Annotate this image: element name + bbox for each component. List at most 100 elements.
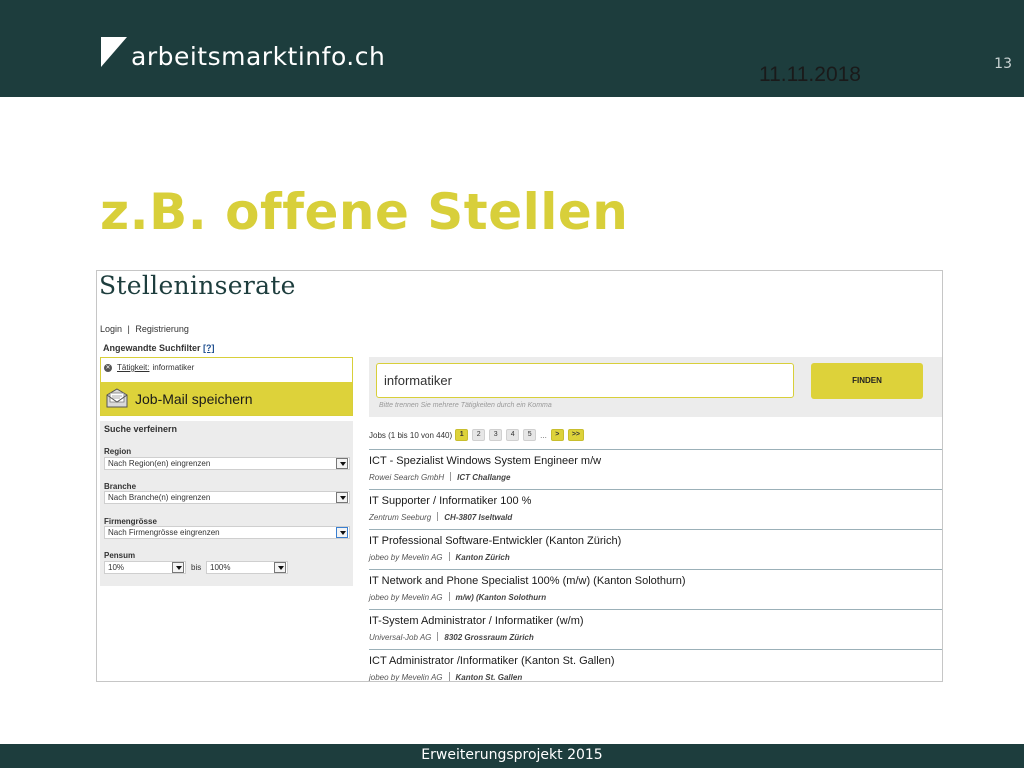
job-meta: jobeo by Mevelin AG m/w) (Kanton Solothur… (369, 592, 546, 602)
job-company: jobeo by Mevelin AG (369, 553, 443, 562)
job-list-item[interactable]: IT Network and Phone Specialist 100% (m/… (369, 569, 942, 609)
pagination: Jobs (1 bis 10 von 440) 1 2 3 4 5 ... > … (369, 429, 588, 441)
job-meta-separator (450, 472, 452, 481)
dropdown-arrow-icon[interactable] (336, 492, 348, 503)
page-button[interactable]: 4 (506, 429, 520, 441)
dropdown-arrow-icon[interactable] (172, 562, 184, 573)
result-count: Jobs (1 bis 10 von 440) (369, 430, 453, 440)
job-list-item[interactable]: IT Professional Software-Entwickler (Kan… (369, 529, 942, 569)
page-button[interactable]: 1 (455, 429, 469, 441)
job-title[interactable]: ICT - Spezialist Windows System Engineer… (369, 455, 601, 467)
job-meta-separator (448, 552, 450, 561)
jobmail-label: Job-Mail speichern (135, 390, 253, 407)
logo-mark-icon (101, 37, 127, 67)
job-location: ICT Challange (457, 473, 511, 482)
page-number: 13 (994, 56, 1012, 72)
filter-value: informatiker (152, 363, 195, 372)
job-location: Kanton Zürich (455, 553, 510, 562)
job-location: 8302 Grossraum Zürich (444, 633, 534, 642)
refine-heading: Suche verfeinern (104, 424, 178, 434)
filter-label[interactable]: Tätigkeit: (117, 363, 149, 372)
applied-filter: ✕ Tätigkeit: informatiker (104, 363, 194, 372)
job-title[interactable]: IT Professional Software-Entwickler (Kan… (369, 535, 621, 547)
auth-separator: | (127, 324, 130, 334)
branche-select[interactable]: Nach Branche(n) eingrenzen (104, 491, 350, 504)
register-link[interactable]: Registrierung (135, 324, 189, 334)
job-meta: Rowei Search GmbH ICT Challange (369, 472, 510, 482)
firm-size-label: Firmengrösse (104, 517, 157, 526)
page-button[interactable]: 5 (523, 429, 537, 441)
job-meta: Zentrum Seeburg CH-3807 Iseltwald (369, 512, 512, 522)
job-location: Kanton St. Gallen (455, 673, 523, 682)
search-hint: Bitte trennen Sie mehrere Tätigkeiten du… (379, 402, 552, 409)
logo: arbeitsmarktinfo.ch (101, 37, 386, 72)
applied-filters-box: ✕ Tätigkeit: informatiker Job-Mail speic… (100, 357, 353, 416)
search-band: informatiker FINDEN Bitte trennen Sie me… (369, 357, 942, 417)
job-list-item[interactable]: IT-System Administrator / Informatiker (… (369, 609, 942, 649)
slide-date: 11.11.2018 (759, 63, 861, 86)
pensum-bis-label: bis (191, 563, 202, 572)
branche-label: Branche (104, 482, 137, 491)
page-button[interactable]: 2 (472, 429, 486, 441)
job-meta-separator (437, 632, 439, 641)
last-page-button[interactable]: >> (567, 429, 585, 441)
refine-search-panel: Suche verfeinern Region Nach Region(en) … (100, 421, 353, 586)
job-title[interactable]: ICT Administrator /Informatiker (Kanton … (369, 655, 615, 667)
job-list-item[interactable]: ICT - Spezialist Windows System Engineer… (369, 449, 942, 489)
login-link[interactable]: Login (100, 324, 122, 334)
job-company: jobeo by Mevelin AG (369, 593, 443, 602)
firm-size-select-value: Nach Firmengrösse eingrenzen (108, 528, 220, 537)
jobmail-save-button[interactable]: Job-Mail speichern (101, 382, 352, 415)
job-meta-separator (448, 672, 450, 681)
job-meta-separator (448, 592, 450, 601)
auth-links: Login | Registrierung (100, 324, 192, 334)
job-company: Universal-Job AG (369, 633, 432, 642)
job-listing-screenshot: Stelleninserate Login | Registrierung An… (96, 270, 943, 682)
job-title[interactable]: IT Supporter / Informatiker 100 % (369, 495, 531, 507)
footer-text: Erweiterungsprojekt 2015 (421, 747, 603, 763)
region-label: Region (104, 447, 132, 456)
job-title[interactable]: IT Network and Phone Specialist 100% (m/… (369, 575, 686, 587)
job-company: Zentrum Seeburg (369, 513, 432, 522)
pensum-from-value: 10% (108, 563, 125, 572)
help-link[interactable]: [?] (203, 343, 215, 353)
find-button[interactable]: FINDEN (811, 363, 923, 399)
branche-select-value: Nach Branche(n) eingrenzen (108, 493, 211, 502)
pensum-to-select[interactable]: 100% (206, 561, 288, 574)
region-select[interactable]: Nach Region(en) eingrenzen (104, 457, 350, 470)
page-button[interactable]: 3 (489, 429, 503, 441)
job-meta: jobeo by Mevelin AG Kanton St. Gallen (369, 672, 523, 682)
job-list-item[interactable]: ICT Administrator /Informatiker (Kanton … (369, 649, 942, 682)
pensum-label: Pensum (104, 551, 136, 560)
next-page-button[interactable]: > (550, 429, 564, 441)
job-list-item[interactable]: IT Supporter / Informatiker 100 % Zentru… (369, 489, 942, 529)
job-company: jobeo by Mevelin AG (369, 673, 443, 682)
search-input[interactable]: informatiker (376, 363, 794, 398)
region-select-value: Nach Region(en) eingrenzen (108, 459, 211, 468)
remove-filter-icon[interactable]: ✕ (104, 363, 112, 372)
dropdown-arrow-icon[interactable] (336, 458, 348, 469)
slide-title: z.B. offene Stellen (100, 183, 629, 241)
page-title: Stelleninserate (99, 271, 296, 300)
job-location: m/w) (Kanton Solothurn (455, 593, 547, 602)
job-meta-separator (437, 512, 439, 521)
pensum-to-value: 100% (210, 563, 231, 572)
footer-band: Erweiterungsprojekt 2015 (0, 744, 1024, 768)
job-meta: jobeo by Mevelin AG Kanton Zürich (369, 552, 510, 562)
applied-filters-heading: Angewandte Suchfilter [?] (103, 343, 215, 353)
dropdown-arrow-icon[interactable] (274, 562, 286, 573)
logo-text: arbeitsmarktinfo.ch (131, 41, 386, 71)
job-title[interactable]: IT-System Administrator / Informatiker (… (369, 615, 584, 627)
envelope-icon (106, 387, 128, 407)
pensum-from-select[interactable]: 10% (104, 561, 186, 574)
header-band: arbeitsmarktinfo.ch 11.11.2018 13 (0, 0, 1024, 97)
job-location: CH-3807 Iseltwald (444, 513, 513, 522)
job-company: Rowei Search GmbH (369, 473, 445, 482)
pager-ellipsis: ... (540, 430, 547, 440)
dropdown-arrow-icon[interactable] (336, 527, 348, 538)
job-list: ICT - Spezialist Windows System Engineer… (369, 449, 942, 682)
firm-size-select[interactable]: Nach Firmengrösse eingrenzen (104, 526, 350, 539)
job-meta: Universal-Job AG 8302 Grossraum Zürich (369, 632, 534, 642)
slide: arbeitsmarktinfo.ch 11.11.2018 13 z.B. o… (0, 0, 1024, 768)
applied-filters-title: Angewandte Suchfilter (103, 343, 201, 353)
